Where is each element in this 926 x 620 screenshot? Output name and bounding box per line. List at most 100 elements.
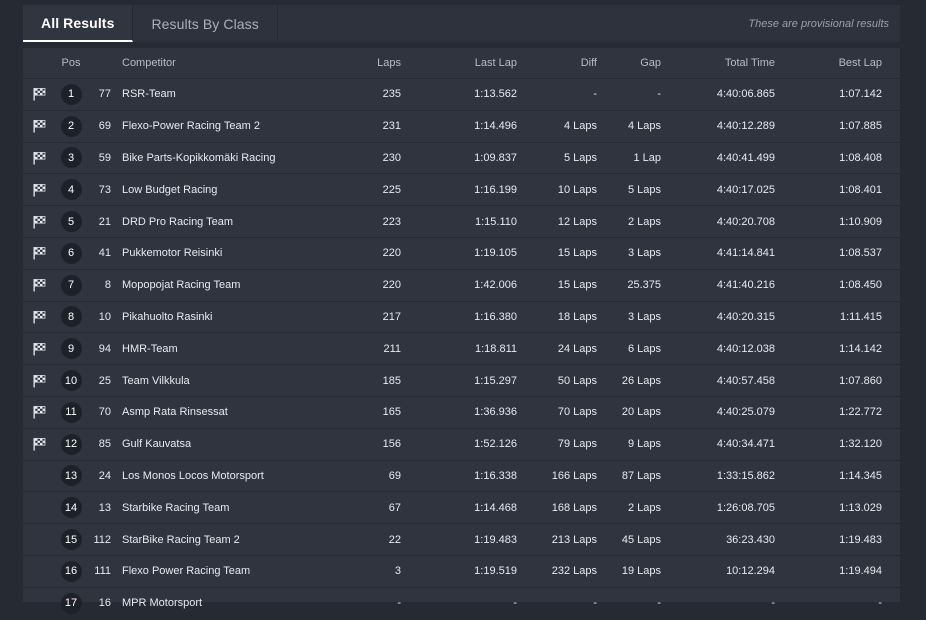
total-time-value: 4:40:34.471 xyxy=(716,438,775,451)
checkered-flag-icon xyxy=(31,238,47,269)
competitor-name[interactable]: Bike Parts-Kopikkomäki Racing xyxy=(122,143,275,174)
diff-value: - xyxy=(593,88,597,101)
total-time-value: - xyxy=(771,597,775,610)
competitor-name[interactable]: Starbike Racing Team xyxy=(122,492,229,523)
last-lap-value: 1:16.380 xyxy=(474,310,517,323)
last-lap-value: 1:18.811 xyxy=(474,342,517,355)
position-value: 11 xyxy=(60,401,82,423)
table-body: 1 77 RSR-Team 235 1:13.562- -4:40:06.865 1:07.… xyxy=(23,79,900,620)
table-row[interactable]: 16 111 Flexo Power Racing Team 3 1:19.519 232… xyxy=(23,556,900,588)
table-row[interactable]: 2 69 Flexo-Power Racing Team 2 231 1:14.496 4… xyxy=(23,111,900,143)
table-row[interactable]: 9 94 HMR-Team 211 1:18.811 24 Laps 6 Laps 4:40:… xyxy=(23,333,900,366)
table-row[interactable]: 10 25 Team Vilkkula 185 1:15.297 50 Laps 26 La… xyxy=(23,365,900,397)
position-badge: 10 xyxy=(60,365,82,396)
header-diff[interactable]: Diff xyxy=(523,48,597,78)
results-table: Pos Competitor Laps Last Lap Diff Gap To… xyxy=(23,48,900,620)
last-lap-value: 1:19.519 xyxy=(474,565,517,578)
competitor-name[interactable]: Asmp Rata Rinsessat xyxy=(122,397,228,428)
table-header: Pos Competitor Laps Last Lap Diff Gap To… xyxy=(23,48,900,79)
car-number: 41 xyxy=(98,247,111,260)
laps-value: 230 xyxy=(382,151,401,164)
gap-value: 9 Laps xyxy=(627,438,661,451)
competitor-name[interactable]: MPR Motorsport xyxy=(122,588,202,619)
header-pos[interactable]: Pos xyxy=(58,48,84,78)
total-time-value: 4:40:25.079 xyxy=(716,406,775,419)
tab-results-by-class[interactable]: Results By Class xyxy=(133,5,278,42)
gap-value: 25.375 xyxy=(627,279,661,292)
competitor-name[interactable]: StarBike Racing Team 2 xyxy=(122,524,240,555)
diff-value: 166 Laps xyxy=(551,469,597,482)
last-lap-value: - xyxy=(513,597,517,610)
position-badge: 8 xyxy=(60,302,82,333)
best-lap-value: 1:08.537 xyxy=(839,247,882,260)
car-number: 8 xyxy=(104,279,111,292)
diff-value: 5 Laps xyxy=(563,151,597,164)
table-row[interactable]: 7 8 Mopopojat Racing Team 220 1:42.006 15 Lap… xyxy=(23,270,900,302)
position-value: 4 xyxy=(60,179,82,201)
best-lap-value: 1:32.120 xyxy=(839,438,882,451)
competitor-name[interactable]: HMR-Team xyxy=(122,333,178,364)
car-number: 73 xyxy=(98,183,111,196)
header-gap[interactable]: Gap xyxy=(603,48,661,78)
laps-value: 185 xyxy=(382,374,401,387)
position-badge: 6 xyxy=(60,238,82,269)
car-number: 94 xyxy=(98,342,111,355)
header-total-time[interactable]: Total Time xyxy=(673,48,775,78)
competitor-name[interactable]: Flexo Power Racing Team xyxy=(122,556,250,587)
table-row[interactable]: 6 41 Pukkemotor Reisinki 220 1:19.105 15 Laps… xyxy=(23,238,900,270)
table-row[interactable]: 5 21 DRD Pro Racing Team 223 1:15.110 12 Laps… xyxy=(23,206,900,238)
best-lap-value: 1:22.772 xyxy=(839,406,882,419)
position-value: 5 xyxy=(60,211,82,233)
diff-value: 232 Laps xyxy=(551,565,597,578)
checkered-flag-icon xyxy=(31,111,47,142)
competitor-name[interactable]: Mopopojat Racing Team xyxy=(122,270,240,301)
competitor-name[interactable]: Gulf Kauvatsa xyxy=(122,429,191,460)
table-row[interactable]: 11 70 Asmp Rata Rinsessat 165 1:36.936 70 Lap… xyxy=(23,397,900,429)
table-row[interactable]: 12 85 Gulf Kauvatsa 156 1:52.126 79 Laps 9 Lap… xyxy=(23,429,900,461)
position-value: 16 xyxy=(60,560,82,582)
competitor-name[interactable]: Pikahuolto Rasinki xyxy=(122,302,213,333)
position-badge: 4 xyxy=(60,174,82,205)
car-number: 10 xyxy=(98,310,111,323)
position-badge: 13 xyxy=(60,461,82,492)
competitor-name[interactable]: Flexo-Power Racing Team 2 xyxy=(122,111,260,142)
gap-value: 45 Laps xyxy=(621,533,661,546)
header-competitor[interactable]: Competitor xyxy=(122,48,176,78)
table-row[interactable]: 4 73 Low Budget Racing 225 1:16.199 10 Laps 5 … xyxy=(23,174,900,207)
table-row[interactable]: 3 59 Bike Parts-Kopikkomäki Racing 230 1:09.… xyxy=(23,143,900,175)
last-lap-value: 1:14.496 xyxy=(474,120,517,133)
car-number: 13 xyxy=(98,501,111,514)
last-lap-value: 1:15.297 xyxy=(474,374,517,387)
competitor-name[interactable]: DRD Pro Racing Team xyxy=(122,206,233,237)
header-last-lap[interactable]: Last Lap xyxy=(423,48,517,78)
laps-value: 22 xyxy=(388,533,401,546)
checkered-flag-icon xyxy=(31,174,47,205)
competitor-name[interactable]: Pukkemotor Reisinki xyxy=(122,238,222,269)
competitor-name[interactable]: Low Budget Racing xyxy=(122,174,217,205)
table-row[interactable]: 1 77 RSR-Team 235 1:13.562 - - 4:40:06.865 1:07.… xyxy=(23,79,900,111)
laps-value: 156 xyxy=(382,438,401,451)
laps-value: 165 xyxy=(382,406,401,419)
competitor-name[interactable]: RSR-Team xyxy=(122,79,176,110)
table-row[interactable]: 14 13 Starbike Racing Team 67 1:14.468 168 La… xyxy=(23,492,900,525)
table-row[interactable]: 8 10 Pikahuolto Rasinki 217 1:16.380 18 Laps 3… xyxy=(23,302,900,334)
tab-all-results[interactable]: All Results xyxy=(23,5,134,42)
best-lap-value: 1:08.408 xyxy=(839,151,882,164)
table-row[interactable]: 17 16 MPR Motorsport - - - - - - xyxy=(23,588,900,620)
position-value: 2 xyxy=(60,115,82,137)
last-lap-value: 1:15.110 xyxy=(474,215,517,228)
last-lap-value: 1:19.105 xyxy=(474,247,517,260)
laps-value: - xyxy=(397,597,401,610)
table-row[interactable]: 15 112 StarBike Racing Team 2 22 1:19.483 213… xyxy=(23,524,900,556)
header-best-lap[interactable]: Best Lap xyxy=(783,48,882,78)
diff-value: 213 Laps xyxy=(551,533,597,546)
table-row[interactable]: 13 24 Los Monos Locos Motorsport 69 1:16.338… xyxy=(23,461,900,493)
competitor-name[interactable]: Los Monos Locos Motorsport xyxy=(122,461,264,492)
car-number: 111 xyxy=(94,565,111,578)
competitor-name[interactable]: Team Vilkkula xyxy=(122,365,190,396)
header-laps[interactable]: Laps xyxy=(323,48,401,78)
checkered-flag-icon xyxy=(31,143,47,174)
diff-value: 70 Laps xyxy=(557,406,597,419)
diff-value: 12 Laps xyxy=(557,215,597,228)
total-time-value: 4:40:20.708 xyxy=(716,215,775,228)
